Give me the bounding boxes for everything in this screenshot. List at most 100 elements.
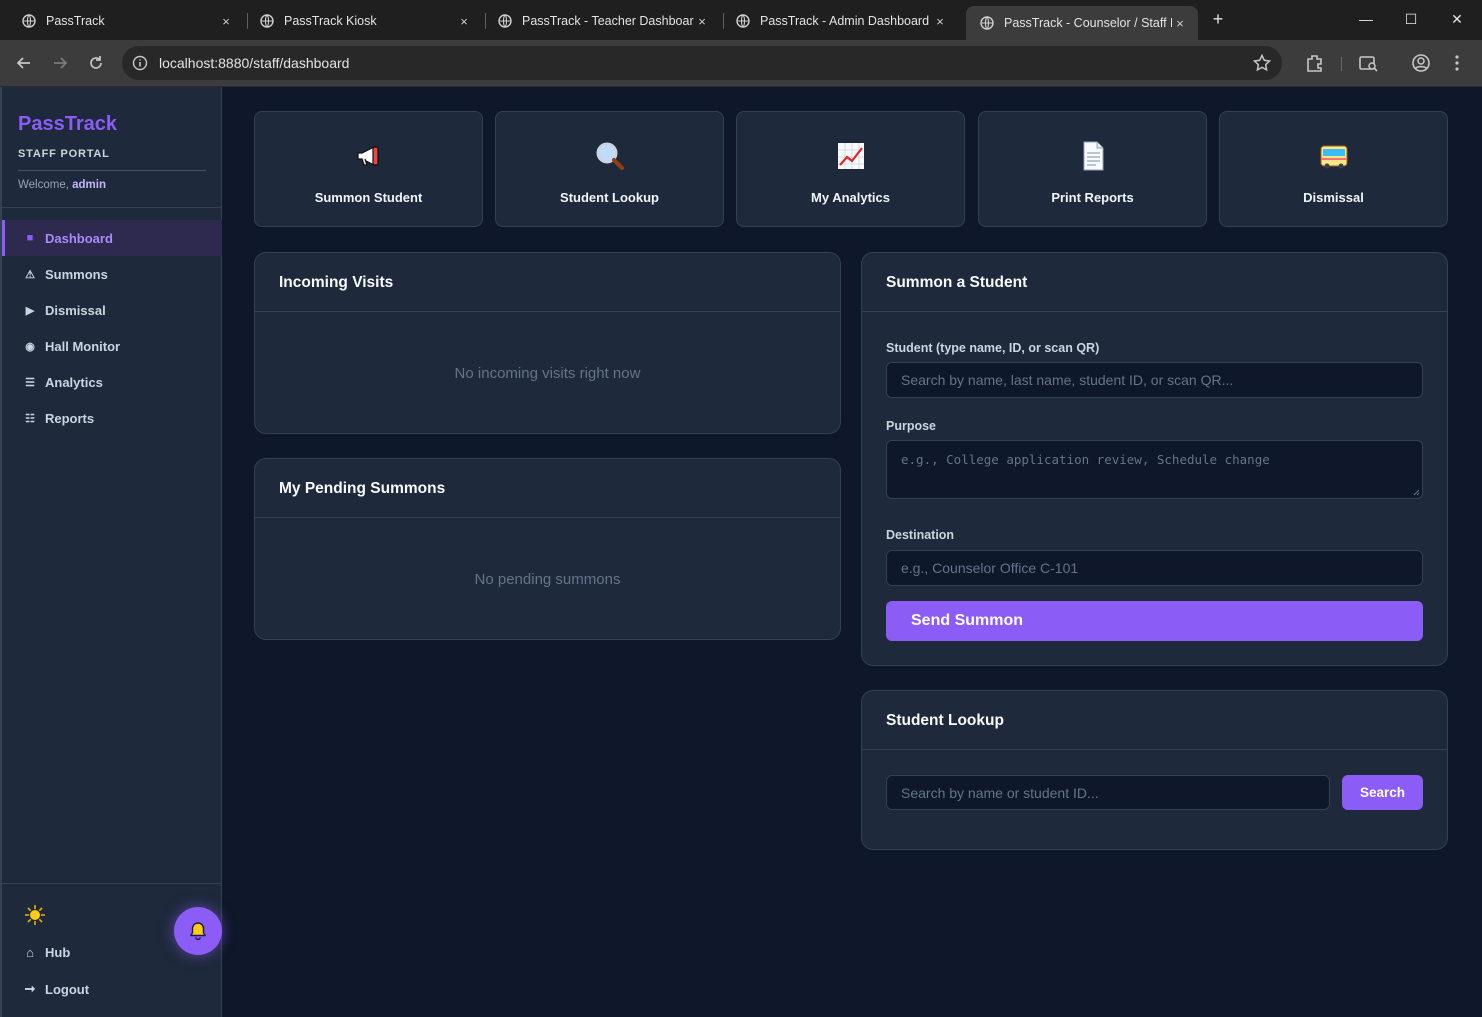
resize-handle-icon[interactable] (1412, 488, 1420, 496)
magnifier-icon (596, 142, 624, 170)
sidebar-item-dismissal[interactable]: ▶ Dismissal (2, 292, 222, 328)
play-icon: ▶ (25, 304, 35, 317)
side-panel-icon[interactable] (1357, 52, 1379, 74)
sidebar-item-label: Reports (45, 410, 95, 426)
back-button[interactable] (12, 51, 36, 75)
browser-tab[interactable]: PassTrack - Teacher Dashboard × (484, 6, 720, 36)
summon-student-card: Summon a Student Student (type name, ID,… (861, 252, 1448, 666)
card-title: Summon a Student (862, 253, 1447, 312)
quick-action-summon-student[interactable]: Summon Student (254, 111, 483, 227)
card-title: My Pending Summons (255, 459, 840, 518)
card-title: Incoming Visits (255, 253, 840, 312)
search-button[interactable]: Search (1342, 775, 1423, 810)
maximize-button[interactable]: ☐ (1400, 8, 1422, 30)
globe-icon (260, 14, 274, 28)
quick-action-dismissal[interactable]: Dismissal (1219, 111, 1448, 227)
square-icon: ■ (26, 232, 34, 244)
quick-action-my-analytics[interactable]: My Analytics (736, 111, 965, 227)
purpose-field-label: Purpose (886, 419, 937, 433)
student-lookup-card: Student Lookup Search by name or student… (861, 690, 1448, 850)
brand-logo[interactable]: PassTrack (18, 113, 117, 136)
destination-input[interactable]: e.g., Counselor Office C-101 (886, 550, 1423, 586)
sidebar-item-summons[interactable]: ⚠ Summons (2, 256, 222, 292)
close-window-button[interactable]: ✕ (1446, 8, 1468, 30)
sidebar-item-label: Summons (45, 266, 108, 282)
quick-action-student-lookup[interactable]: Student Lookup (495, 111, 724, 227)
sidebar-item-logout[interactable]: ➞ Logout (23, 981, 90, 997)
minimize-button[interactable]: — (1355, 8, 1377, 30)
brand-divider (18, 170, 206, 171)
sun-icon[interactable] (24, 904, 46, 926)
quick-action-label: Student Lookup (560, 190, 659, 205)
input-placeholder: Search by name, last name, student ID, o… (901, 372, 1234, 388)
empty-state: No pending summons (474, 571, 621, 588)
app-root: PassTrack STAFF PORTAL Welcome, admin ■ … (0, 87, 1482, 1017)
sidebar-item-label: Hall Monitor (45, 338, 121, 354)
forward-button[interactable] (48, 51, 72, 75)
browser-tab[interactable]: PassTrack - Admin Dashboard × (722, 6, 958, 36)
quick-action-print-reports[interactable]: Print Reports (978, 111, 1207, 227)
warning-icon: ⚠ (25, 268, 35, 281)
quick-action-label: Summon Student (314, 190, 423, 205)
quick-action-label: Print Reports (1051, 190, 1134, 205)
sidebar-item-label: Logout (45, 981, 90, 997)
arrow-left-icon (16, 57, 30, 69)
browser-tab-bar: PassTrack × PassTrack Kiosk × PassTrack … (0, 0, 1482, 40)
menu-dots-icon[interactable] (1446, 52, 1468, 74)
home-icon: ⌂ (26, 945, 34, 960)
student-field-label: Student (type name, ID, or scan QR) (886, 341, 1100, 355)
student-search-input[interactable]: Search by name, last name, student ID, o… (886, 362, 1423, 398)
card-title: Student Lookup (862, 691, 1447, 750)
document-icon (1083, 141, 1103, 171)
reload-button[interactable] (84, 51, 108, 75)
globe-icon (736, 14, 750, 28)
tab-title: PassTrack Kiosk (284, 14, 377, 28)
extensions-icon[interactable] (1304, 52, 1326, 74)
address-bar[interactable]: localhost:8880/staff/dashboard (122, 46, 1282, 80)
close-tab-icon[interactable]: × (456, 14, 472, 29)
sidebar-item-reports[interactable]: ☷ Reports (2, 400, 222, 436)
sidebar-item-label: Dismissal (45, 302, 106, 318)
bookmark-star-icon[interactable] (1252, 53, 1272, 73)
lookup-search-input[interactable]: Search by name or student ID... (886, 775, 1330, 810)
input-placeholder: e.g., Counselor Office C-101 (901, 560, 1079, 576)
browser-tab-active[interactable]: PassTrack - Counselor / Staff Po × (966, 6, 1198, 40)
sidebar-item-label: Analytics (45, 374, 103, 390)
new-tab-button[interactable]: + (1207, 8, 1229, 30)
notifications-button[interactable] (174, 907, 222, 955)
send-summon-button[interactable]: Send Summon (886, 601, 1423, 641)
pending-summons-card: My Pending Summons No pending summons (254, 458, 841, 640)
tab-title: PassTrack (46, 14, 105, 28)
input-placeholder: e.g., College application review, Schedu… (901, 452, 1270, 467)
quick-action-label: Dismissal (1303, 190, 1364, 205)
close-tab-icon[interactable]: × (694, 14, 710, 29)
url-text: localhost:8880/staff/dashboard (159, 55, 350, 71)
sidebar-item-analytics[interactable]: ☰ Analytics (2, 364, 222, 400)
globe-icon (498, 14, 512, 28)
reload-icon (90, 56, 102, 69)
site-info-icon[interactable] (132, 55, 148, 71)
chart-icon (837, 143, 864, 169)
sidebar-item-hall-monitor[interactable]: ◉ Hall Monitor (2, 328, 222, 364)
purpose-textarea[interactable]: e.g., College application review, Schedu… (886, 440, 1423, 499)
globe-icon (22, 14, 36, 28)
profile-icon[interactable] (1410, 52, 1432, 74)
globe-icon (980, 16, 994, 30)
sidebar: PassTrack STAFF PORTAL Welcome, admin ■ … (0, 87, 222, 1017)
destination-field-label: Destination (886, 528, 955, 542)
tab-title: PassTrack - Counselor / Staff Po (1004, 16, 1172, 30)
close-tab-icon[interactable]: × (932, 14, 948, 29)
report-icon: ☷ (25, 412, 35, 425)
sidebar-item-hub[interactable]: ⌂ Hub (23, 945, 70, 960)
arrow-right-icon (54, 57, 68, 69)
toolbar-divider (1341, 57, 1342, 71)
tab-title: PassTrack - Admin Dashboard (760, 14, 930, 28)
list-icon: ☰ (25, 376, 35, 389)
close-tab-icon[interactable]: × (218, 14, 234, 29)
sidebar-item-dashboard[interactable]: ■ Dashboard (2, 220, 222, 256)
browser-tab[interactable]: PassTrack Kiosk × (246, 6, 482, 36)
browser-tab[interactable]: PassTrack × (8, 6, 244, 36)
close-tab-icon[interactable]: × (1172, 16, 1188, 31)
username: admin (72, 179, 106, 191)
logout-icon: ➞ (24, 981, 36, 996)
